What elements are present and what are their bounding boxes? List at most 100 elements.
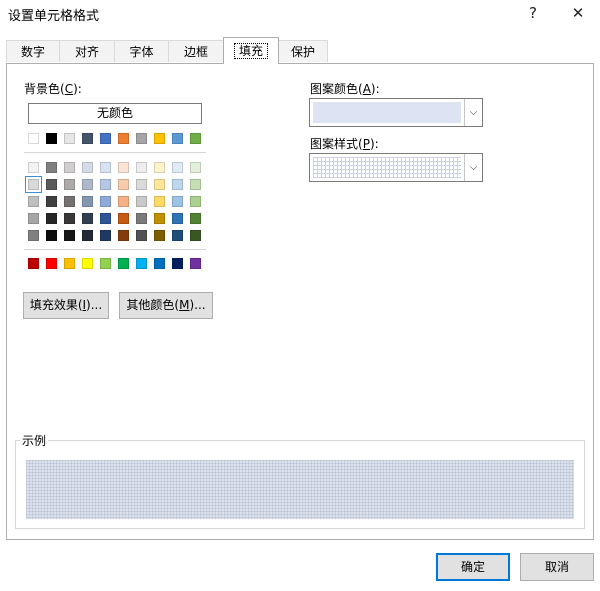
tab-label: 保护 — [290, 45, 315, 59]
tab-protection[interactable]: 保护 — [278, 40, 328, 62]
no-color-button[interactable]: 无颜色 — [28, 103, 202, 124]
fill-effects-button[interactable]: 填充效果(I)... — [23, 292, 109, 319]
color-swatch[interactable] — [136, 179, 147, 190]
color-swatch[interactable] — [172, 230, 183, 241]
dialog-title: 设置单元格格式 — [8, 9, 100, 24]
color-swatch[interactable] — [100, 179, 111, 190]
more-colors-button[interactable]: 其他颜色(M)... — [119, 292, 213, 319]
color-swatch[interactable] — [46, 196, 57, 207]
color-swatch[interactable] — [118, 162, 129, 173]
color-swatch[interactable] — [118, 230, 129, 241]
color-swatch[interactable] — [154, 133, 165, 144]
tab-number[interactable]: 数字 — [6, 40, 60, 62]
color-swatch[interactable] — [136, 213, 147, 224]
color-swatch[interactable] — [190, 196, 201, 207]
tab-label: 填充 — [233, 43, 268, 59]
color-swatch[interactable] — [28, 213, 39, 224]
color-swatch[interactable] — [118, 133, 129, 144]
tab-border[interactable]: 边框 — [168, 40, 224, 62]
color-swatch[interactable] — [100, 196, 111, 207]
color-swatch[interactable] — [46, 162, 57, 173]
standard-color-swatch[interactable] — [28, 258, 39, 269]
tab-label: 数字 — [20, 45, 45, 59]
chevron-down-icon[interactable]: ⌵ — [464, 99, 482, 126]
color-swatch[interactable] — [154, 162, 165, 173]
color-swatch[interactable] — [172, 162, 183, 173]
color-swatch[interactable] — [136, 196, 147, 207]
color-swatch[interactable] — [46, 133, 57, 144]
chevron-down-icon[interactable]: ⌵ — [464, 154, 482, 181]
color-swatch[interactable] — [82, 196, 93, 207]
pattern-color-dropdown[interactable]: ⌵ — [309, 98, 483, 127]
standard-color-swatch[interactable] — [154, 258, 165, 269]
palette-divider — [24, 249, 206, 250]
color-swatch[interactable] — [100, 213, 111, 224]
color-swatch[interactable] — [190, 133, 201, 144]
standard-color-swatch[interactable] — [136, 258, 147, 269]
tab-label: 字体 — [129, 45, 154, 59]
color-swatch[interactable] — [64, 133, 75, 144]
color-swatch[interactable] — [25, 176, 42, 193]
color-swatch[interactable] — [172, 213, 183, 224]
standard-color-swatch[interactable] — [82, 258, 93, 269]
pattern-style-swatch — [313, 157, 461, 178]
tab-alignment[interactable]: 对齐 — [59, 40, 115, 62]
color-swatch[interactable] — [100, 162, 111, 173]
color-swatch[interactable] — [154, 230, 165, 241]
standard-color-swatch[interactable] — [118, 258, 129, 269]
sample-preview — [26, 460, 574, 519]
color-swatch[interactable] — [64, 196, 75, 207]
color-swatch[interactable] — [82, 230, 93, 241]
color-swatch[interactable] — [82, 133, 93, 144]
cancel-button[interactable]: 取消 — [520, 553, 594, 581]
color-swatch[interactable] — [82, 179, 93, 190]
color-swatch[interactable] — [82, 213, 93, 224]
ok-button[interactable]: 确定 — [436, 553, 510, 581]
standard-color-swatch[interactable] — [172, 258, 183, 269]
color-swatch[interactable] — [118, 196, 129, 207]
color-swatch[interactable] — [190, 179, 201, 190]
color-swatch[interactable] — [118, 179, 129, 190]
color-swatch[interactable] — [172, 133, 183, 144]
color-swatch[interactable] — [190, 230, 201, 241]
color-swatch[interactable] — [28, 133, 39, 144]
color-swatch[interactable] — [46, 230, 57, 241]
pattern-style-dropdown[interactable]: ⌵ — [309, 153, 483, 182]
pattern-style-label: 图案样式(P): — [310, 137, 379, 151]
palette-divider — [24, 152, 206, 153]
color-swatch[interactable] — [172, 179, 183, 190]
color-swatch[interactable] — [136, 133, 147, 144]
standard-color-swatch[interactable] — [190, 258, 201, 269]
background-color-label: 背景色(C): — [24, 82, 82, 96]
tab-fill[interactable]: 填充 — [223, 37, 279, 64]
tab-font[interactable]: 字体 — [114, 40, 169, 62]
color-swatch[interactable] — [46, 213, 57, 224]
color-swatch[interactable] — [82, 162, 93, 173]
color-swatch[interactable] — [154, 196, 165, 207]
color-swatch[interactable] — [118, 213, 129, 224]
color-swatch[interactable] — [136, 230, 147, 241]
color-swatch[interactable] — [154, 213, 165, 224]
color-swatch[interactable] — [28, 196, 39, 207]
color-swatch[interactable] — [64, 179, 75, 190]
color-swatch[interactable] — [64, 213, 75, 224]
standard-color-swatch[interactable] — [64, 258, 75, 269]
close-icon[interactable]: ✕ — [564, 1, 592, 25]
color-palette — [25, 133, 208, 273]
color-swatch[interactable] — [64, 162, 75, 173]
color-swatch[interactable] — [190, 162, 201, 173]
color-swatch[interactable] — [136, 162, 147, 173]
color-swatch[interactable] — [172, 196, 183, 207]
color-swatch[interactable] — [100, 230, 111, 241]
color-swatch[interactable] — [100, 133, 111, 144]
standard-color-swatch[interactable] — [46, 258, 57, 269]
color-swatch[interactable] — [64, 230, 75, 241]
color-swatch[interactable] — [190, 213, 201, 224]
color-swatch[interactable] — [46, 179, 57, 190]
color-swatch[interactable] — [154, 179, 165, 190]
color-swatch[interactable] — [28, 230, 39, 241]
help-icon[interactable]: ? — [519, 1, 547, 25]
color-swatch[interactable] — [28, 162, 39, 173]
standard-color-swatch[interactable] — [100, 258, 111, 269]
pattern-color-label: 图案颜色(A): — [310, 82, 380, 96]
